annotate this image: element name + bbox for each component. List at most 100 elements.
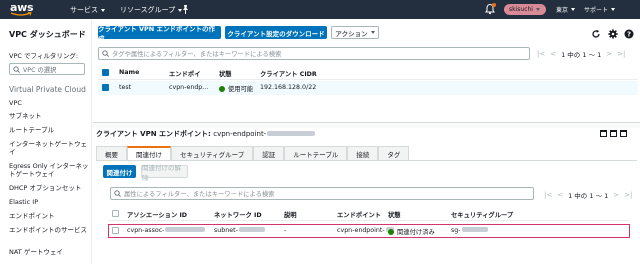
tab-route-table[interactable]: ルートテーブル: [284, 146, 348, 160]
col-association-id[interactable]: アソシエーション ID: [127, 210, 187, 219]
col-status[interactable]: 状態: [219, 69, 232, 78]
chevron-down-icon: [571, 8, 576, 11]
row-status-text: 使用可能: [228, 86, 254, 93]
col-endpoint[interactable]: エンドポイ: [169, 69, 200, 78]
tab-authorization[interactable]: 認証: [253, 146, 285, 160]
sidebar-title[interactable]: VPC ダッシュボード: [9, 29, 86, 40]
actions-dropdown[interactable]: アクション: [331, 26, 379, 39]
tab-connections[interactable]: 接続: [347, 146, 379, 160]
tab-tags[interactable]: タグ: [378, 146, 410, 160]
create-client-vpn-endpoint-button[interactable]: クライアント VPN エンドポイントの作成: [98, 25, 221, 43]
vpc-select-placeholder: VPC の選択: [23, 66, 57, 74]
gear-icon[interactable]: [608, 29, 618, 39]
detail-tabs: 概要 関連付け セキュリティグループ 認証 ルートテーブル 接続 タグ: [96, 146, 410, 160]
services-menu[interactable]: サービス: [70, 5, 105, 15]
download-client-config-button[interactable]: クライアント設定のダウンロード: [225, 26, 327, 39]
associate-button[interactable]: 関連付け: [103, 165, 136, 178]
pane-splitter[interactable]: [93, 122, 640, 128]
endpoint-search-placeholder: タグや属性によるフィルター、またはキーワードによる検索: [112, 51, 282, 58]
row-name: test: [119, 84, 132, 91]
association-search-placeholder: 属性によるフィルター、またはキーワードによる検索: [124, 191, 275, 198]
redacted-text: [267, 131, 316, 136]
chevron-down-icon: [370, 31, 375, 34]
left-sidebar: VPC ダッシュボード VPC でフィルタリング: VPC の選択 Virtua…: [0, 19, 92, 264]
prev-page-icon[interactable]: <: [557, 191, 563, 199]
top-pager-text: 1 中の 1 ～ 1: [561, 51, 602, 59]
row-cidr: 192.168.128.0/22: [260, 84, 317, 91]
first-page-icon[interactable]: |<: [537, 50, 545, 58]
layout-bottom-icon[interactable]: [620, 130, 627, 137]
col-client-cidr[interactable]: クライアント CIDR: [260, 69, 317, 78]
chevron-down-icon: [535, 8, 540, 11]
sidebar-item-internet-gateways[interactable]: インターネットゲートウェイ: [9, 140, 91, 162]
top-pager: |< < 1 中の 1 ～ 1 > >|: [537, 49, 625, 59]
sidebar-section-heading: Virtual Private Cloud: [9, 85, 86, 94]
row-endpoint: cvpn-endp...: [169, 84, 209, 91]
table-row[interactable]: test cvpn-endp... 使用可能 192.168.128.0/22: [98, 81, 638, 95]
notification-badge: [492, 3, 496, 7]
region-menu[interactable]: 東京: [556, 5, 576, 14]
search-icon: [13, 65, 20, 73]
chevron-down-icon: [101, 8, 105, 12]
user-account-menu[interactable]: skisuchi: [504, 4, 546, 15]
col-network-id[interactable]: ネットワーク ID: [214, 210, 262, 219]
username-label: skisuchi: [509, 6, 533, 13]
prev-page-icon[interactable]: <: [550, 50, 556, 58]
select-all-checkbox[interactable]: [102, 69, 109, 76]
vpc-filter-label: VPC でフィルタリング:: [9, 52, 79, 60]
tab-overview[interactable]: 概要: [96, 146, 127, 160]
detail-title-label: クライアント VPN エンドポイント:: [96, 130, 211, 138]
sidebar-item-dhcp-options[interactable]: DHCP オプションセット: [9, 184, 91, 198]
row-checkbox[interactable]: [102, 84, 109, 91]
sidebar-item-subnets[interactable]: サブネット: [9, 112, 91, 126]
detail-pager-text: 1 中の 1 ～ 1: [568, 192, 609, 200]
search-icon: [114, 190, 121, 197]
select-all-checkbox[interactable]: [112, 210, 119, 217]
layout-full-icon[interactable]: [600, 130, 607, 137]
last-page-icon[interactable]: >|: [624, 191, 632, 199]
last-page-icon[interactable]: >|: [617, 50, 625, 58]
association-table-header: アソシエーション ID ネットワーク ID 説明 エンドポイント 状態 セキュリ…: [108, 207, 630, 221]
row-highlight-annotation: [108, 224, 630, 238]
actions-label: アクション: [335, 29, 368, 38]
sidebar-item-route-tables[interactable]: ルートテーブル: [9, 126, 91, 140]
svg-text:?: ?: [627, 31, 631, 39]
pin-icon[interactable]: [180, 4, 191, 15]
sidebar-nav-list: VPC サブネット ルートテーブル インターネットゲートウェイ Egress O…: [9, 99, 91, 260]
resource-groups-label: リソースグループ: [120, 6, 176, 14]
next-page-icon[interactable]: >: [613, 191, 619, 199]
refresh-icon[interactable]: [591, 29, 601, 39]
services-label: サービス: [70, 6, 98, 14]
detail-pane-title: クライアント VPN エンドポイント: cvpn-endpoint-: [96, 129, 316, 139]
sidebar-item-nat-gateways[interactable]: NAT ゲートウェイ: [9, 248, 91, 260]
sidebar-item-vpc[interactable]: VPC: [9, 99, 91, 112]
vpc-select[interactable]: VPC の選択: [9, 63, 85, 75]
status-available-icon: [219, 86, 225, 92]
detail-pager: |< < 1 中の 1 ～ 1 > >|: [544, 190, 632, 200]
sidebar-item-egress-only-gateways[interactable]: Egress Only インターネットゲートウェイ: [9, 162, 91, 184]
col-name[interactable]: Name: [119, 69, 139, 76]
col-security-group[interactable]: セキュリティグループ: [451, 210, 513, 219]
aws-logo[interactable]: aws: [8, 1, 40, 18]
disassociate-button[interactable]: 関連付けの解除: [141, 164, 188, 182]
first-page-icon[interactable]: |<: [544, 191, 552, 199]
sidebar-item-endpoints[interactable]: エンドポイント: [9, 212, 91, 226]
region-label: 東京: [556, 7, 569, 14]
help-icon[interactable]: ?: [624, 29, 634, 39]
sidebar-item-elastic-ip[interactable]: Elastic IP: [9, 198, 91, 212]
tab-associations[interactable]: 関連付け: [127, 146, 171, 160]
sidebar-item-endpoint-services[interactable]: エンドポイントのサービス: [9, 226, 91, 248]
layout-split-icon[interactable]: [610, 130, 617, 137]
col-status[interactable]: 状態: [388, 210, 401, 219]
col-endpoint[interactable]: エンドポイント: [337, 210, 381, 219]
tab-security-groups[interactable]: セキュリティグループ: [171, 146, 254, 160]
detail-endpoint-id: cvpn-endpoint-: [213, 130, 267, 138]
endpoint-search-input[interactable]: タグや属性によるフィルター、またはキーワードによる検索: [98, 47, 530, 60]
col-description[interactable]: 説明: [284, 210, 297, 219]
resource-groups-menu[interactable]: リソースグループ: [120, 5, 183, 15]
search-icon: [102, 50, 109, 57]
association-search-input[interactable]: 属性によるフィルター、またはキーワードによる検索: [110, 187, 534, 200]
next-page-icon[interactable]: >: [606, 50, 612, 58]
support-menu[interactable]: サポート: [584, 5, 616, 14]
row-status: 使用可能: [219, 84, 253, 93]
